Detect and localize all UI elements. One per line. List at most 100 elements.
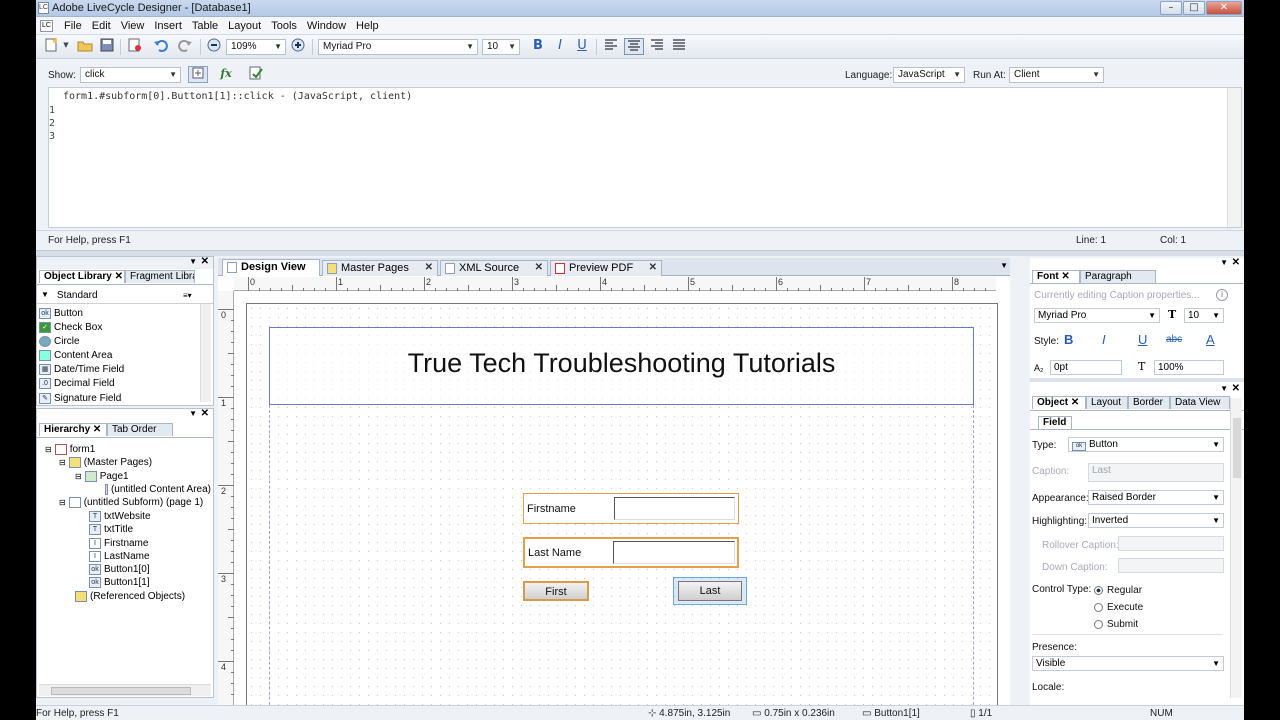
library-item-datetime[interactable]: ▦ Date/Time Field [39, 364, 124, 375]
tab-layout[interactable]: Layout [1086, 396, 1128, 409]
baseline-field[interactable]: 0pt [1050, 360, 1122, 375]
tree-node[interactable]: ok Button1[0] [89, 564, 150, 575]
minimize-button[interactable]: – [1160, 1, 1182, 15]
menu-view[interactable]: View [116, 20, 150, 32]
tree-node[interactable]: ⊟ Page1 [75, 471, 129, 482]
control-type-execute[interactable]: Execute [1094, 602, 1143, 613]
menu-edit[interactable]: Edit [87, 20, 116, 32]
close-icon[interactable]: ✕ [201, 256, 209, 267]
chevron-down-icon[interactable]: ▼ [1220, 384, 1228, 393]
menu-window[interactable]: Window [302, 20, 351, 32]
align-right-icon[interactable] [648, 38, 666, 55]
underline-button[interactable]: U [574, 38, 590, 55]
event-select[interactable]: click ▼ [80, 67, 181, 83]
properties-scrollbar[interactable] [1230, 398, 1242, 698]
library-item-content-area[interactable]: Content Area [39, 350, 112, 361]
tab-object-library[interactable]: Object Library ✕ [39, 270, 125, 283]
chevron-down-icon[interactable]: ▼ [62, 38, 70, 55]
library-item-signature[interactable]: ✎ Signature Field [39, 392, 121, 404]
font-size-field[interactable]: 10 ▼ [1184, 308, 1224, 323]
underline-icon[interactable]: U [1138, 332, 1147, 347]
bold-icon[interactable]: B [1064, 332, 1073, 347]
tab-preview-pdf[interactable]: Preview PDF ✕ [550, 260, 662, 276]
tree-node[interactable]: I Firstname [89, 538, 148, 549]
library-item-decimal[interactable]: .0 Decimal Field [39, 378, 115, 389]
document-icon[interactable]: LC [40, 19, 53, 32]
menu-layout[interactable]: Layout [223, 20, 266, 32]
font-family-field[interactable]: Myriad Pro ▼ [1034, 308, 1160, 323]
run-at-select[interactable]: Client ▼ [1009, 67, 1104, 83]
firstname-field[interactable]: Firstname [523, 493, 739, 524]
close-icon[interactable]: ✕ [1232, 257, 1240, 268]
menu-tools[interactable]: Tools [266, 20, 302, 32]
close-icon[interactable]: ✕ [425, 261, 433, 275]
tree-node[interactable]: ok Button1[1] [89, 577, 150, 588]
function-button[interactable]: fx [216, 66, 236, 83]
tab-master-pages[interactable]: Master Pages ✕ [322, 260, 438, 276]
library-item-button[interactable]: ok Button [39, 308, 83, 319]
highlighting-select[interactable]: Inverted ▼ [1088, 513, 1224, 528]
check-syntax-icon[interactable] [246, 66, 266, 83]
bold-button[interactable]: B [530, 38, 546, 55]
menu-table[interactable]: Table [187, 20, 223, 32]
library-scrollbar[interactable] [200, 304, 211, 402]
firstname-input[interactable] [614, 497, 735, 520]
type-select[interactable]: ok Button ▼ [1068, 437, 1224, 452]
script-editor[interactable]: form1.#subform[0].Button1[1]::click - (J… [48, 87, 1242, 228]
align-center-icon[interactable] [624, 38, 644, 55]
close-icon[interactable]: ✕ [201, 408, 209, 419]
justify-icon[interactable] [670, 38, 688, 55]
tab-tab-order[interactable]: Tab Order [107, 423, 173, 436]
list-view-icon[interactable]: ≡▾ [183, 291, 192, 300]
tree-node[interactable]: ⊟ (Master Pages) [59, 457, 152, 468]
preview-icon[interactable] [126, 38, 144, 55]
tab-data-view[interactable]: Data View [1170, 396, 1230, 409]
tab-border[interactable]: Border [1128, 396, 1170, 409]
scroll-thumb[interactable] [1233, 418, 1241, 478]
tab-font[interactable]: Font ✕ [1032, 270, 1080, 283]
tab-hierarchy[interactable]: Hierarchy ✕ [39, 423, 107, 436]
tree-node[interactable]: TtxtTitle [89, 524, 133, 535]
rollover-caption-field[interactable] [1118, 536, 1224, 551]
redo-icon[interactable] [176, 38, 194, 55]
zoom-select[interactable]: 109% ▼ [226, 39, 286, 55]
header-text-box[interactable]: True Tech Troubleshooting Tutorials [269, 327, 974, 405]
italic-button[interactable]: I [552, 38, 568, 55]
menu-help[interactable]: Help [351, 20, 384, 32]
control-type-regular[interactable]: Regular [1094, 585, 1142, 596]
tab-fragment-library[interactable]: Fragment Library [125, 270, 195, 283]
chevron-down-icon[interactable]: ▼ [1000, 261, 1008, 270]
library-item-circle[interactable]: Circle [39, 336, 80, 347]
close-button[interactable]: ✕ [1206, 1, 1242, 15]
zoom-in-icon[interactable] [290, 38, 306, 55]
tab-xml-source[interactable]: XML Source ✕ [440, 260, 548, 276]
italic-icon[interactable]: I [1102, 332, 1106, 347]
tab-design-view[interactable]: Design View [222, 259, 320, 276]
menu-insert[interactable]: Insert [149, 20, 187, 32]
new-document-icon[interactable] [42, 38, 60, 55]
close-icon[interactable]: ✕ [535, 261, 543, 275]
chevron-down-icon[interactable]: ▼ [189, 409, 197, 418]
appearance-select[interactable]: Raised Border ▼ [1088, 490, 1224, 505]
tree-node[interactable]: (Referenced Objects) [75, 591, 185, 602]
tree-node[interactable]: ⊟ form1 [45, 444, 95, 455]
form-page[interactable]: True Tech Troubleshooting Tutorials Firs… [246, 303, 998, 720]
tree-node[interactable]: TtxtWebsite [89, 511, 151, 522]
hierarchy-scrollbar[interactable] [39, 684, 211, 696]
font-family-select[interactable]: Myriad Pro ▼ [318, 39, 478, 55]
info-icon[interactable]: i [1216, 289, 1228, 301]
undo-icon[interactable] [152, 38, 170, 55]
menu-file[interactable]: File [59, 20, 87, 32]
font-color-icon[interactable]: A [1206, 332, 1215, 347]
open-folder-icon[interactable] [76, 38, 94, 55]
tab-paragraph[interactable]: Paragraph [1080, 270, 1156, 283]
caption-field[interactable]: Last [1088, 463, 1224, 482]
scale-field[interactable]: 100% [1154, 360, 1224, 375]
align-left-icon[interactable] [602, 38, 620, 55]
save-icon[interactable] [98, 38, 116, 55]
tree-node[interactable]: (untitled Content Area) [105, 484, 211, 495]
zoom-out-icon[interactable] [206, 38, 222, 55]
scroll-thumb[interactable] [51, 687, 191, 695]
language-select[interactable]: JavaScript ▼ [893, 67, 965, 83]
close-icon[interactable]: ✕ [1232, 383, 1240, 394]
